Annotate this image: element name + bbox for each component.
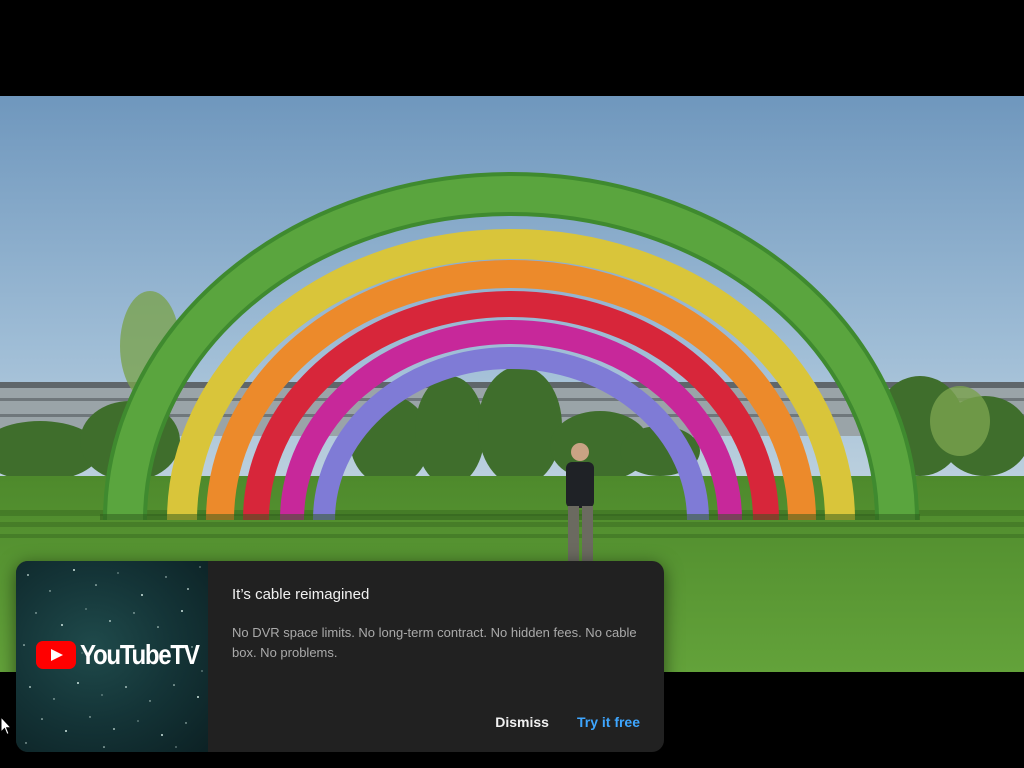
promo-title: It’s cable reimagined [232, 586, 370, 603]
youtube-play-icon [36, 641, 76, 669]
promo-thumbnail: YouTubeTV [16, 561, 208, 752]
promo-description: No DVR space limits. No long-term contra… [232, 625, 637, 660]
youtube-tv-promo-card: YouTubeTV It’s cable reimagined No DVR s… [16, 561, 664, 752]
youtube-tv-wordmark: YouTubeTV [80, 639, 200, 670]
dismiss-button[interactable]: Dismiss [487, 706, 557, 738]
try-it-free-button[interactable]: Try it free [569, 706, 648, 738]
youtube-tv-logo: YouTubeTV [36, 641, 208, 669]
video-player-page: YouTubeTV It’s cable reimagined No DVR s… [0, 0, 1024, 768]
mouse-pointer-icon [0, 715, 13, 741]
promo-actions: Dismiss Try it free [487, 706, 648, 738]
